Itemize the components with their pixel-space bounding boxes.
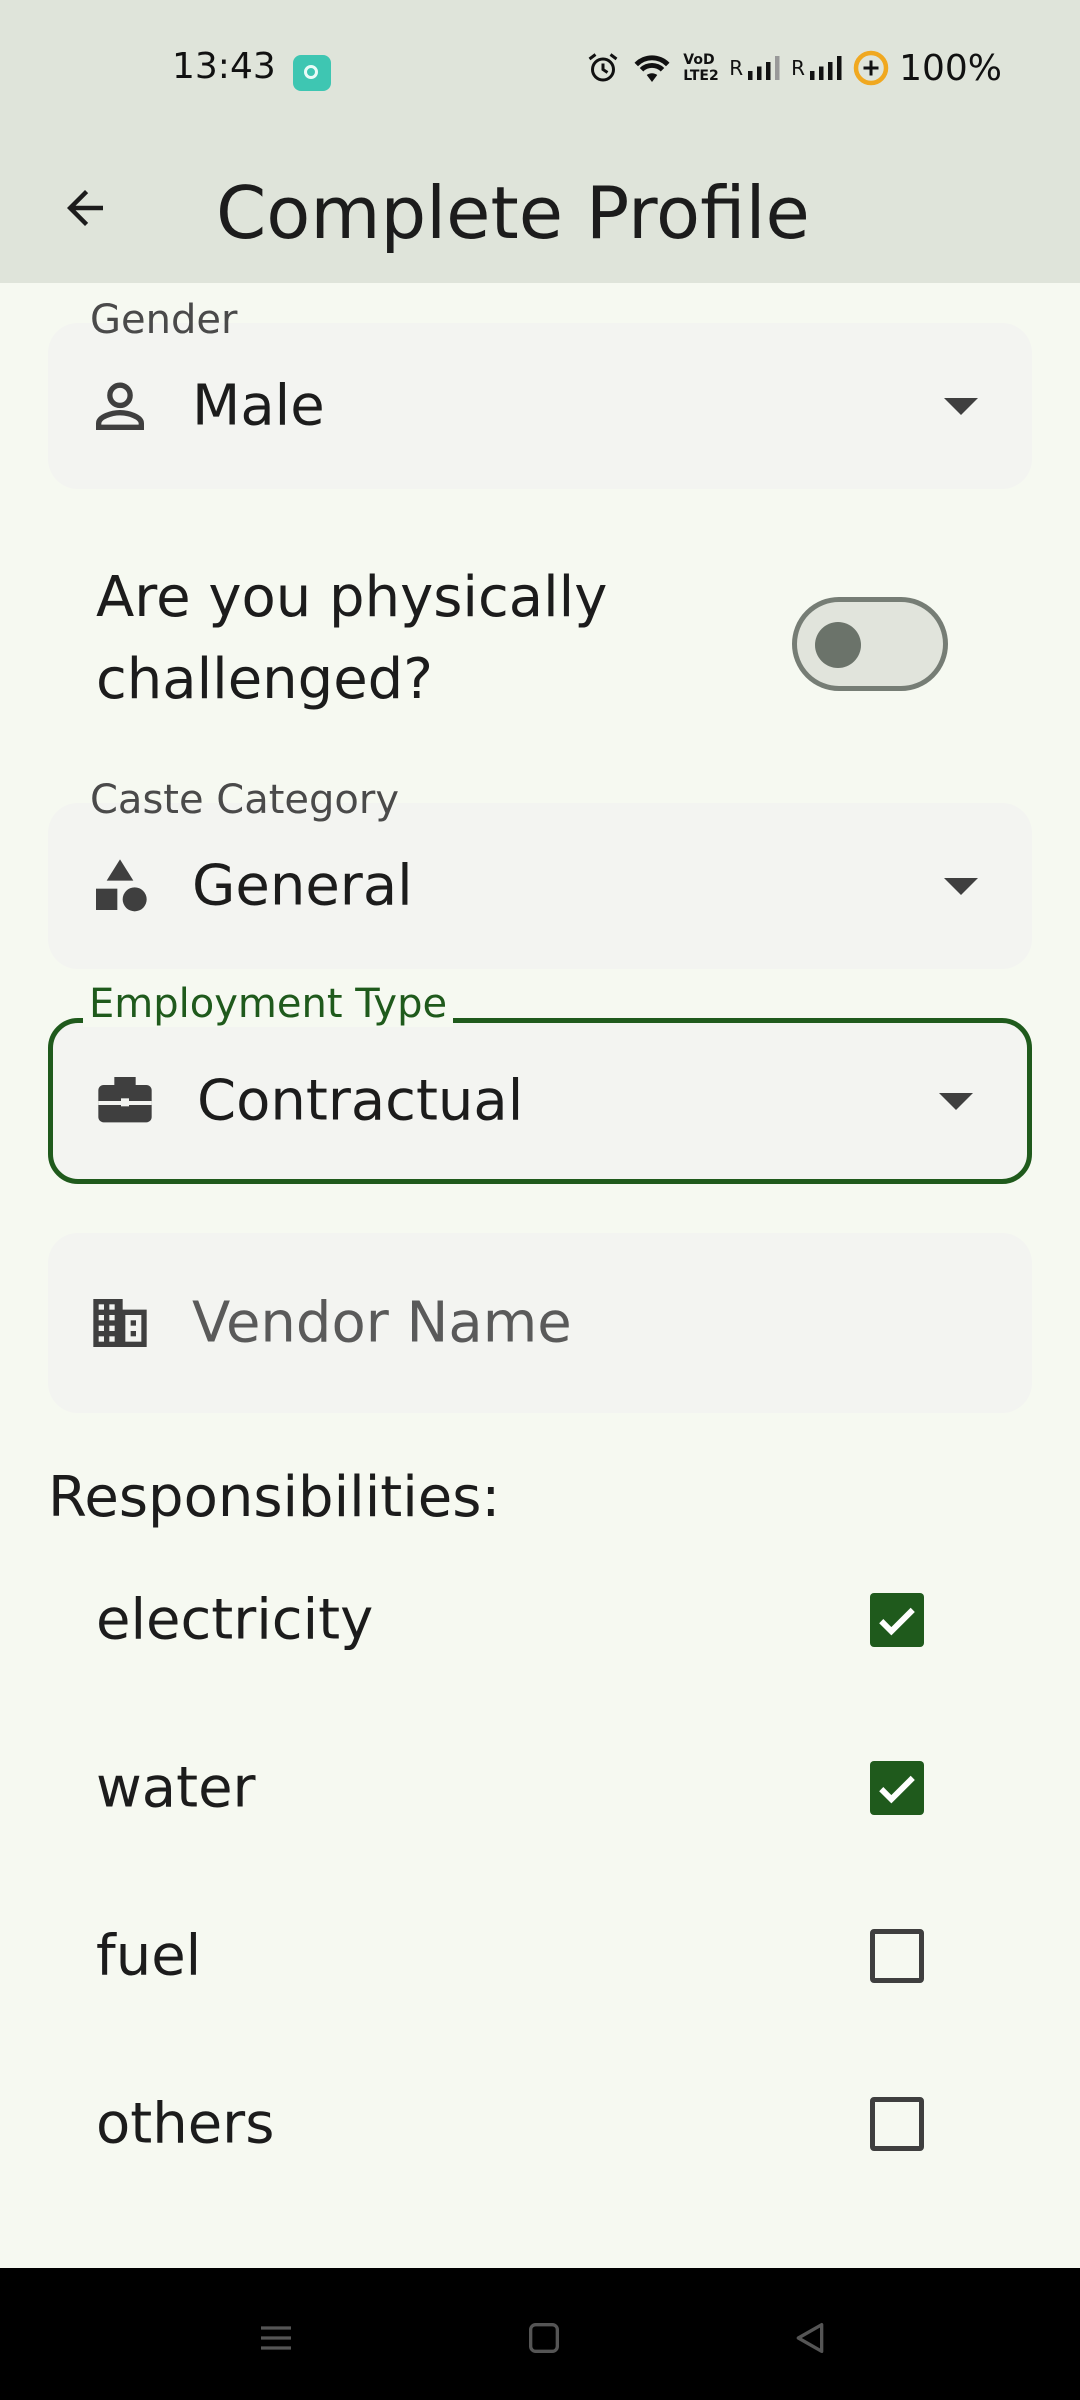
roaming-indicator-1: R	[729, 56, 744, 80]
back-button[interactable]	[50, 173, 120, 243]
signal-icon-1	[748, 56, 780, 80]
recents-button[interactable]	[246, 2308, 306, 2368]
check-icon	[879, 1775, 915, 1804]
status-icons: VoD LTE2 R R 100%	[585, 46, 1002, 90]
responsibility-item-fuel[interactable]: fuel	[96, 1896, 936, 2016]
home-button[interactable]	[514, 2308, 574, 2368]
menu-lines-icon	[261, 2326, 291, 2350]
employment-type-dropdown[interactable]: Employment Type Contractual	[48, 981, 1032, 1184]
caste-category-label: Caste Category	[90, 777, 400, 823]
checkbox-unchecked[interactable]	[870, 2097, 924, 2151]
responsibility-label: fuel	[96, 1923, 202, 1989]
physically-challenged-toggle[interactable]	[792, 597, 948, 691]
back-nav-button[interactable]	[780, 2308, 840, 2368]
physically-challenged-row: Are you physically challenged?	[96, 557, 996, 727]
toggle-thumb	[815, 622, 861, 668]
page-title: Complete Profile	[216, 171, 810, 255]
responsibility-item-water[interactable]: water	[96, 1728, 936, 1848]
gender-dropdown[interactable]: Gender Male	[48, 297, 1032, 489]
vendor-name-placeholder: Vendor Name	[192, 1290, 572, 1356]
responsibilities-title: Responsibilities:	[48, 1465, 501, 1530]
gender-label: Gender	[90, 297, 238, 343]
status-bar: 13:43 VoD LTE2 R R 100%	[0, 0, 1080, 143]
battery-saver-icon	[853, 50, 889, 86]
signal-icon-2	[810, 56, 842, 80]
responsibility-label: others	[96, 2091, 275, 2157]
responsibility-label: water	[96, 1755, 256, 1821]
roaming-indicator-2: R	[791, 56, 806, 80]
caste-category-value: General	[192, 853, 413, 919]
caste-category-dropdown[interactable]: Caste Category General	[48, 777, 1032, 969]
physically-challenged-label: Are you physically challenged?	[96, 565, 608, 712]
check-icon	[879, 1607, 915, 1636]
home-square-icon	[529, 2323, 559, 2353]
status-time: 13:43	[172, 46, 276, 87]
system-navigation-bar	[0, 2268, 1080, 2400]
checkbox-checked[interactable]	[870, 1593, 924, 1647]
gender-value: Male	[192, 373, 325, 439]
employment-type-value: Contractual	[197, 1068, 524, 1134]
app-bar: Complete Profile	[0, 143, 1080, 283]
person-icon	[96, 382, 144, 430]
back-triangle-icon	[796, 2323, 824, 2353]
arrow-back-icon	[67, 190, 103, 226]
checkbox-unchecked[interactable]	[870, 1929, 924, 1983]
category-shapes-icon	[96, 859, 147, 912]
app-notification-icon	[293, 55, 331, 91]
employment-type-label: Employment Type	[83, 981, 454, 1027]
alarm-icon	[588, 53, 618, 82]
chevron-down-icon	[939, 1093, 973, 1110]
chevron-down-icon	[944, 398, 978, 415]
responsibility-item-electricity[interactable]: electricity	[96, 1560, 936, 1680]
responsibility-label: electricity	[96, 1587, 374, 1653]
building-icon	[93, 1299, 147, 1347]
profile-form: Gender Male Are you physically challenge…	[0, 283, 1080, 2268]
checkbox-checked[interactable]	[870, 1761, 924, 1815]
network-type-label: VoD LTE2	[683, 52, 719, 84]
briefcase-icon	[98, 1077, 152, 1123]
wifi-icon	[634, 55, 670, 82]
chevron-down-icon	[944, 878, 978, 895]
responsibility-item-others[interactable]: others	[96, 2064, 936, 2184]
vendor-name-input[interactable]: Vendor Name	[48, 1233, 1032, 1413]
battery-percentage: 100%	[899, 47, 1002, 89]
